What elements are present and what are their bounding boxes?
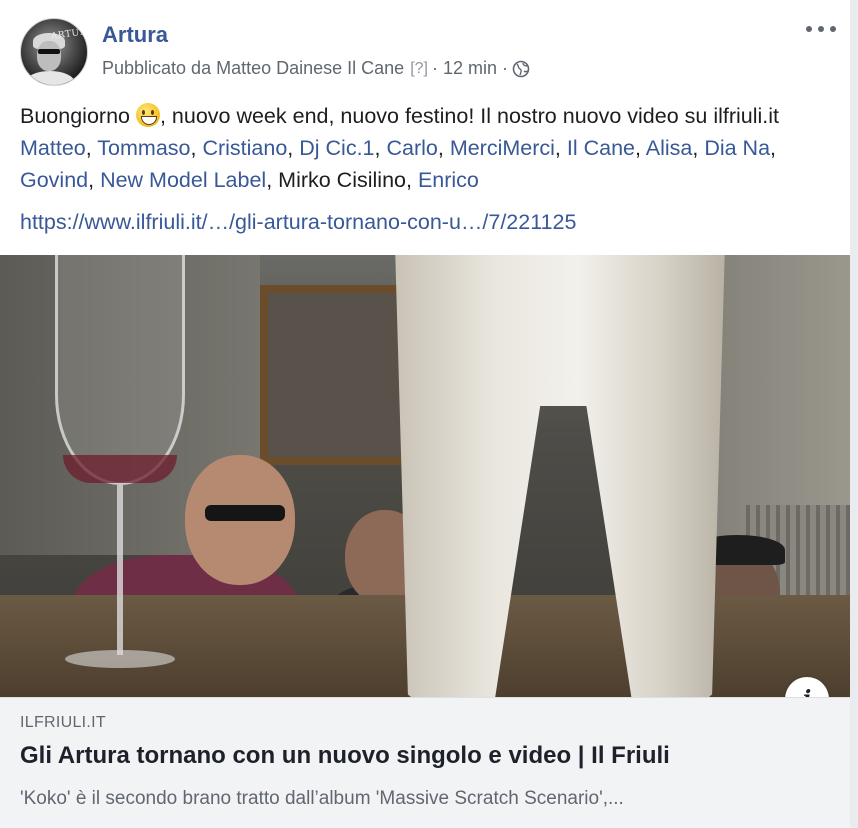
grinning-face-emoji-icon (135, 103, 160, 127)
feed-background (850, 0, 858, 828)
tag-link[interactable]: Matteo (20, 136, 86, 160)
tag-link[interactable]: Govind (20, 168, 88, 192)
help-mark[interactable]: [?] (410, 60, 428, 78)
tag-link[interactable]: New Model Label (100, 168, 266, 192)
tag-link[interactable]: Dia Na (704, 136, 770, 160)
tag-link[interactable]: Il Cane (567, 136, 635, 160)
post-time[interactable]: 12 min (443, 58, 497, 79)
tag-link[interactable]: Tommaso (97, 136, 190, 160)
globe-icon[interactable] (512, 60, 530, 78)
tag-link[interactable]: Enrico (418, 168, 479, 192)
published-by[interactable]: Pubblicato da Matteo Dainese Il Cane (102, 58, 404, 79)
post-url-link[interactable]: https://www.ilfriuli.it/…/gli-artura-tor… (20, 206, 576, 238)
post-meta: Pubblicato da Matteo Dainese Il Cane [?]… (102, 58, 530, 79)
link-preview-image[interactable] (0, 255, 850, 697)
plain-name: Mirko Cisilino (278, 168, 406, 192)
meta-separator: · (431, 58, 438, 78)
page-avatar[interactable]: ARTURA (20, 18, 88, 86)
avatar-lettering: ARTURA (50, 26, 88, 42)
preview-domain: ILFRIULI.IT (20, 714, 106, 731)
tag-link[interactable]: MerciMerci (450, 136, 555, 160)
more-options-icon[interactable] (806, 20, 836, 38)
meta-separator: · (502, 58, 509, 78)
preview-description: 'Koko' è il secondo brano tratto dall’al… (20, 788, 624, 809)
page-name-link[interactable]: Artura (102, 22, 168, 48)
tag-link[interactable]: Carlo (386, 136, 437, 160)
tag-link[interactable]: Dj Cic.1 (299, 136, 374, 160)
wine-glass (55, 255, 185, 695)
post-card: ARTURA Artura Pubblicato da Matteo Daine… (0, 0, 858, 828)
preview-title[interactable]: Gli Artura tornano con un nuovo singolo … (20, 742, 670, 770)
link-preview[interactable]: ILFRIULI.IT Gli Artura tornano con un nu… (0, 697, 850, 828)
tag-link[interactable]: Cristiano (202, 136, 287, 160)
post-text: Buongiorno , nuovo week end, nuovo festi… (20, 103, 780, 192)
tag-link[interactable]: Alisa (646, 136, 693, 160)
